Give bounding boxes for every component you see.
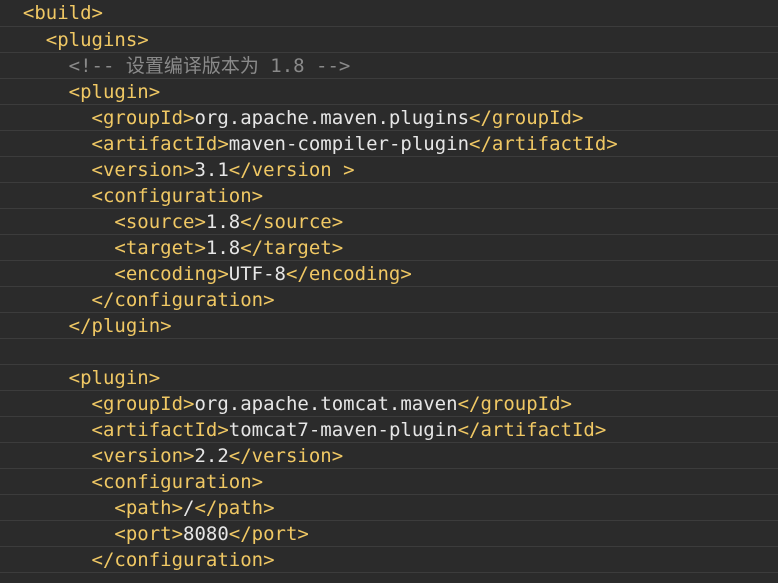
code-line[interactable]: <configuration> — [0, 469, 778, 495]
code-token-tag: </encoding> — [285, 263, 412, 285]
code-token-text: 1.8 — [205, 237, 241, 259]
code-line[interactable]: </plugin> — [0, 313, 778, 339]
code-line[interactable]: <source>1.8</source> — [0, 209, 778, 235]
code-token-tag: </artifactId> — [469, 133, 618, 155]
code-line[interactable] — [0, 339, 778, 365]
code-token-tag: </groupId> — [469, 107, 584, 129]
code-line[interactable]: <target>1.8</target> — [0, 235, 778, 261]
code-token-tag: <version> — [91, 445, 195, 467]
code-line[interactable]: <path>/</path> — [0, 495, 778, 521]
code-token-tag: </version > — [228, 159, 355, 181]
code-line[interactable]: <encoding>UTF-8</encoding> — [0, 261, 778, 287]
code-token-tag: </port> — [228, 523, 309, 545]
code-line[interactable]: <groupId>org.apache.tomcat.maven</groupI… — [0, 391, 778, 417]
code-line[interactable]: <!-- 设置编译版本为 1.8 --> — [0, 53, 778, 79]
code-token-tag: <port> — [114, 523, 184, 545]
code-token-tag: </path> — [194, 497, 275, 519]
code-token-tag: <target> — [114, 237, 206, 259]
code-line[interactable]: <version>2.2</version> — [0, 443, 778, 469]
code-editor[interactable]: <build> <plugins> <!-- 设置编译版本为 1.8 --> <… — [0, 0, 778, 583]
code-token-tag: </target> — [240, 237, 344, 259]
code-token-text: org.apache.tomcat.maven — [194, 393, 458, 415]
code-token-tag: </plugin> — [68, 315, 172, 337]
code-token-tag: </version> — [228, 445, 344, 467]
code-line[interactable]: </configuration> — [0, 287, 778, 313]
code-token-tag: <version> — [91, 159, 195, 181]
code-line[interactable]: <plugin> — [0, 79, 778, 105]
code-token-tag: <plugin> — [68, 81, 161, 103]
code-token-tag: </configuration> — [91, 549, 275, 571]
code-token-tag: <configuration> — [91, 471, 264, 493]
code-line[interactable]: <artifactId>tomcat7-maven-plugin</artifa… — [0, 417, 778, 443]
code-token-text: / — [183, 497, 195, 519]
code-token-text: UTF-8 — [228, 263, 286, 285]
code-token-tag: <source> — [114, 211, 206, 233]
code-token-tag: </configuration> — [91, 289, 275, 311]
code-line[interactable]: <artifactId>maven-compiler-plugin</artif… — [0, 131, 778, 157]
code-token-tag: <path> — [114, 497, 184, 519]
code-token-comment: <!-- 设置编译版本为 1.8 --> — [68, 55, 351, 77]
code-token-tag: </source> — [240, 211, 344, 233]
code-token-tag: </groupId> — [457, 393, 572, 415]
code-token-tag: <artifactId> — [91, 419, 229, 441]
code-token-tag: </artifactId> — [457, 419, 607, 441]
code-line[interactable]: </configuration> — [0, 547, 778, 573]
code-line[interactable]: <configuration> — [0, 183, 778, 209]
code-line[interactable]: <groupId>org.apache.maven.plugins</group… — [0, 105, 778, 131]
code-token-text: 8080 — [183, 523, 229, 545]
code-token-tag: <groupId> — [91, 107, 195, 129]
code-token-text: 1.8 — [205, 211, 241, 233]
code-token-tag: <artifactId> — [91, 133, 229, 155]
code-token-text: maven-compiler-plugin — [228, 133, 470, 155]
code-line[interactable]: <plugin> — [0, 365, 778, 391]
code-token-tag: <groupId> — [91, 393, 195, 415]
code-token-text: tomcat7-maven-plugin — [228, 419, 458, 441]
code-line[interactable]: <port>8080</port> — [0, 521, 778, 547]
code-token-text: 3.1 — [194, 159, 229, 181]
code-token-text: 2.2 — [194, 445, 229, 467]
code-line[interactable]: <build> — [0, 0, 778, 27]
code-token-text: org.apache.maven.plugins — [194, 107, 470, 129]
code-token-tag: <configuration> — [91, 185, 264, 207]
code-token-tag: <plugin> — [68, 367, 161, 389]
code-line[interactable]: <plugins> — [0, 27, 778, 53]
code-token-tag: <build> — [22, 2, 103, 24]
code-line[interactable]: <version>3.1</version > — [0, 157, 778, 183]
code-token-tag: <encoding> — [114, 263, 229, 285]
code-token-tag: <plugins> — [45, 29, 149, 51]
